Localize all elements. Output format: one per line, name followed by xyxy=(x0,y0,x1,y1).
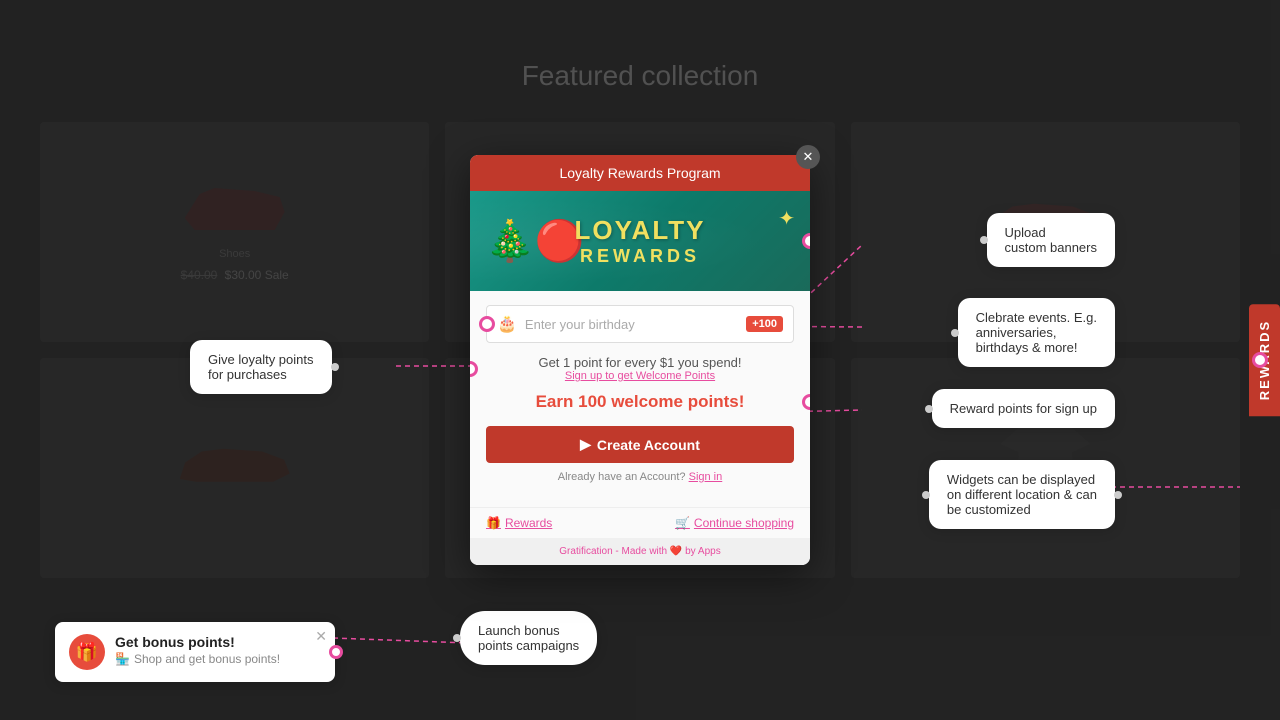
widgets-dot-left xyxy=(922,491,930,499)
earn-sub[interactable]: Sign up to get Welcome Points xyxy=(486,370,794,382)
celebrate-callout: Clebrate events. E.g.anniversaries,birth… xyxy=(958,298,1115,367)
rewards-tab-dot xyxy=(1252,352,1268,368)
banner-connector-dot xyxy=(802,233,810,249)
ornament-icon: 🎄🔴 xyxy=(485,218,585,265)
upload-banners-callout: Uploadcustom banners xyxy=(987,213,1116,267)
birthday-connector-dot xyxy=(479,316,495,332)
signin-section: Already have an Account? Sign in xyxy=(486,471,794,483)
bonus-popup-content: Get bonus points! 🏪 Shop and get bonus p… xyxy=(115,634,280,666)
launch-bonus-callout: Launch bonuspoints campaigns xyxy=(460,611,597,665)
reward-signup-dot-left xyxy=(925,405,933,413)
earn-section: Get 1 point for every $1 you spend! Sign… xyxy=(486,355,794,382)
bonus-connector-dot xyxy=(329,645,343,659)
modal-banner: 🎄🔴 LOYALTY REWARDS ✦ xyxy=(470,191,810,291)
continue-shopping-link[interactable]: 🛒 Continue shopping xyxy=(675,516,794,530)
play-icon: ▶ xyxy=(580,436,591,453)
upload-dot-left xyxy=(980,236,988,244)
star-icon: ✦ xyxy=(778,206,795,231)
rewards-link-label: Rewards xyxy=(505,516,552,530)
bonus-sub-icon: 🏪 xyxy=(115,652,130,666)
rewards-text: REWARDS xyxy=(574,246,705,267)
bonus-close-button[interactable]: ✕ xyxy=(315,628,327,645)
launch-bonus-text: Launch bonuspoints campaigns xyxy=(478,623,579,653)
signin-link[interactable]: Sign in xyxy=(689,471,723,483)
celebrate-text: Clebrate events. E.g.anniversaries,birth… xyxy=(976,310,1097,355)
welcome-points: Earn 100 welcome points! xyxy=(486,392,794,412)
gift-icon: 🎁 xyxy=(486,516,501,530)
birthday-badge: +100 xyxy=(746,316,783,332)
bonus-sub: 🏪 Shop and get bonus points! xyxy=(115,652,280,666)
give-points-dot-right xyxy=(331,363,339,371)
modal-container: ✕ Loyalty Rewards Program 🎄🔴 LOYALTY REW… xyxy=(470,155,810,565)
birthday-placeholder: Enter your birthday xyxy=(525,317,746,332)
cart-icon: 🛒 xyxy=(675,516,690,530)
widgets-text: Widgets can be displayedon different loc… xyxy=(947,472,1097,517)
widgets-callout: Widgets can be displayedon different loc… xyxy=(929,460,1115,529)
banner-text: LOYALTY REWARDS xyxy=(574,215,705,267)
give-points-callout: Give loyalty pointsfor purchases xyxy=(190,340,332,394)
welcome-connector-dot xyxy=(802,394,810,410)
attribution-text: Gratification - Made with ❤️ by Apps xyxy=(559,546,720,557)
loyalty-modal: ✕ Loyalty Rewards Program 🎄🔴 LOYALTY REW… xyxy=(470,155,810,565)
launch-bonus-dot-left xyxy=(453,634,461,642)
rewards-link[interactable]: 🎁 Rewards xyxy=(486,516,552,530)
create-account-label: Create Account xyxy=(597,437,700,453)
modal-attribution: Gratification - Made with ❤️ by Apps xyxy=(470,538,810,565)
reward-signup-callout: Reward points for sign up xyxy=(932,389,1115,428)
calendar-icon: 🎂 xyxy=(497,314,517,334)
signin-text: Already have an Account? xyxy=(558,471,686,483)
modal-title: Loyalty Rewards Program xyxy=(559,165,720,181)
modal-body: 🎂 Enter your birthday +100 Get 1 point f… xyxy=(470,291,810,507)
bonus-popup: 🎁 Get bonus points! 🏪 Shop and get bonus… xyxy=(55,622,335,682)
continue-shopping-label: Continue shopping xyxy=(694,516,794,530)
reward-signup-text: Reward points for sign up xyxy=(950,401,1097,416)
earn-title: Get 1 point for every $1 you spend! xyxy=(486,355,794,370)
give-points-text: Give loyalty pointsfor purchases xyxy=(208,352,314,382)
bonus-gift-icon: 🎁 xyxy=(69,634,105,670)
create-account-button[interactable]: ▶ Create Account xyxy=(486,426,794,463)
bonus-title: Get bonus points! xyxy=(115,634,280,650)
upload-banners-text: Uploadcustom banners xyxy=(1005,225,1098,255)
celebrate-dot-left xyxy=(951,329,959,337)
bonus-sub-text: Shop and get bonus points! xyxy=(134,652,280,666)
modal-header: Loyalty Rewards Program xyxy=(470,155,810,191)
loyalty-text: LOYALTY xyxy=(574,215,705,246)
welcome-text: Earn 100 welcome points! xyxy=(536,392,745,411)
earn-connector-dot xyxy=(470,361,478,377)
birthday-field[interactable]: 🎂 Enter your birthday +100 xyxy=(486,305,794,343)
widgets-dot-right xyxy=(1114,491,1122,499)
modal-footer-links: 🎁 Rewards 🛒 Continue shopping xyxy=(470,507,810,538)
